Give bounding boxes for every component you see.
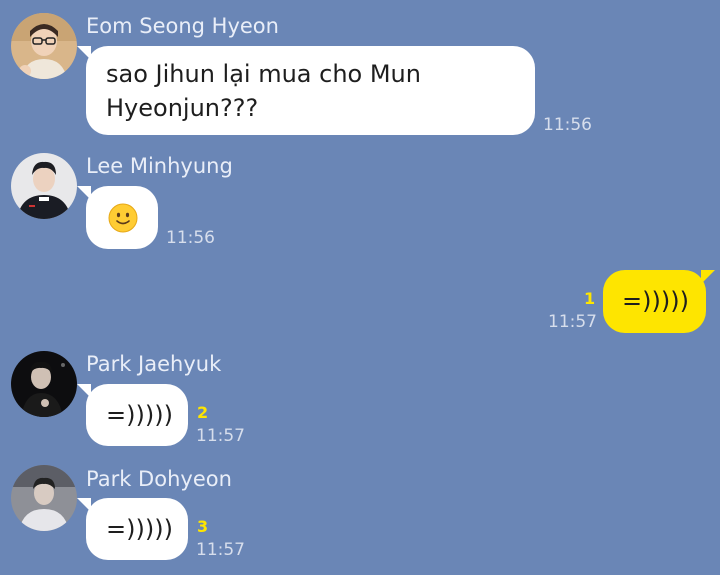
slightly-smiling-face-icon: [108, 203, 138, 233]
message-text-line: Hyeonjun???: [106, 94, 259, 122]
message-time: 11:57: [548, 312, 597, 332]
avatar-dark-photo-icon: [11, 351, 77, 417]
avatar-dark-jacket-icon: [11, 153, 77, 219]
message-bubble[interactable]: =))))): [77, 498, 188, 560]
avatar-glasses-icon: [11, 13, 77, 79]
message-time: 11:57: [196, 426, 245, 446]
avatar[interactable]: [11, 153, 77, 219]
message-bubble[interactable]: =))))): [77, 384, 188, 446]
unread-count: 3: [197, 517, 209, 536]
avatar[interactable]: [11, 13, 77, 79]
message-bubble[interactable]: =))))): [603, 270, 715, 333]
bubble-tail: [77, 498, 91, 512]
message-time: 11:56: [166, 228, 215, 248]
bubble-tail: [77, 186, 91, 200]
message-bubble[interactable]: [77, 186, 158, 249]
unread-count: 1: [584, 289, 596, 308]
bubble-tail: [77, 46, 91, 60]
message-time: 11:57: [196, 540, 245, 560]
sender-name: Eom Seong Hyeon: [86, 14, 279, 38]
message-text: =))))): [106, 515, 173, 543]
message-text: =))))): [622, 287, 689, 315]
avatar[interactable]: [11, 351, 77, 417]
sender-name: Park Dohyeon: [86, 467, 232, 491]
unread-count: 2: [197, 403, 209, 422]
message-time: 11:56: [543, 115, 592, 135]
message-text: =))))): [106, 401, 173, 429]
bubble-tail: [77, 384, 91, 398]
sender-name: Lee Minhyung: [86, 154, 233, 178]
message-bubble[interactable]: sao Jihun lại mua cho Mun Hyeonjun???: [77, 46, 535, 135]
avatar-grey-photo-icon: [11, 465, 77, 531]
sender-name: Park Jaehyuk: [86, 352, 222, 376]
bubble-tail: [701, 270, 715, 284]
message-text-line: sao Jihun lại mua cho Mun: [106, 60, 421, 88]
avatar[interactable]: [11, 465, 77, 531]
